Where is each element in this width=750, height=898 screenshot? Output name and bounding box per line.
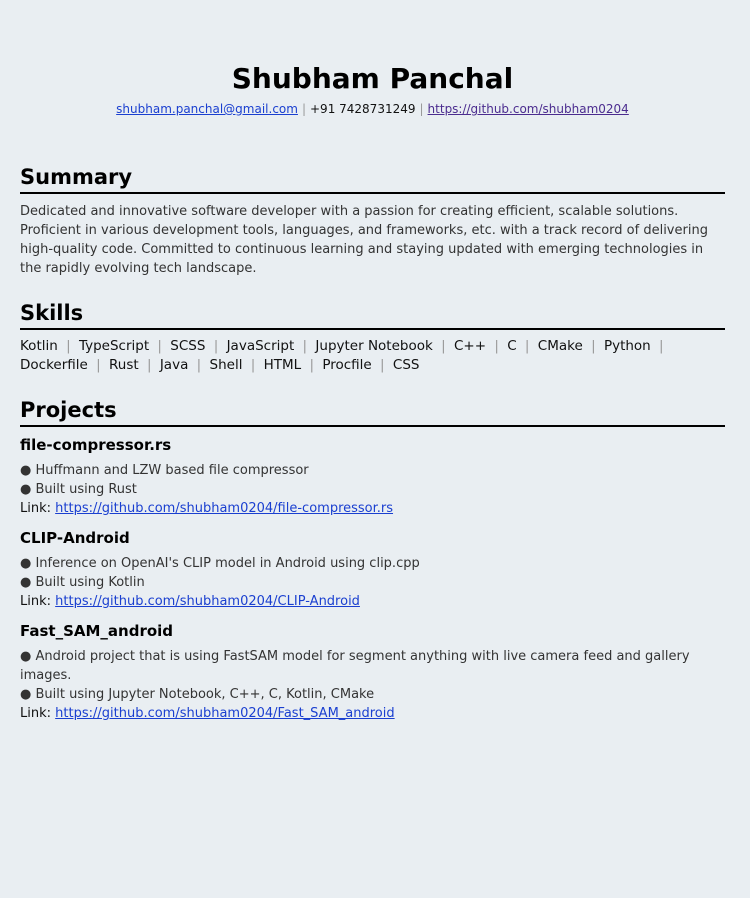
project-item: CLIP-Android ● Inference on OpenAI's CLI… xyxy=(20,528,725,611)
skill-item: CMake xyxy=(537,338,583,354)
skill-separator: | xyxy=(441,338,446,354)
skill-item: Dockerfile xyxy=(20,357,88,373)
contact-line: shubham.panchal@gmail.com | +91 7428731249… xyxy=(20,100,725,118)
resume-header: Shubham Panchal shubham.panchal@gmail.co… xyxy=(20,0,725,118)
skills-heading: Skills xyxy=(20,300,725,330)
project-item: Fast_SAM_android ● Android project that … xyxy=(20,621,725,723)
skills-list: Kotlin | TypeScript | SCSS | JavaScript … xyxy=(20,337,725,375)
skill-separator: | xyxy=(146,357,152,373)
project-bullet: ● Huffmann and LZW based file compressor xyxy=(20,463,309,478)
project-item: file-compressor.rs ● Huffmann and LZW ba… xyxy=(20,435,725,518)
github-link[interactable]: https://github.com/shubham0204 xyxy=(428,102,629,116)
project-title: file-compressor.rs xyxy=(20,436,172,454)
project-link-line: Link: https://github.com/shubham0204/Fas… xyxy=(20,704,725,723)
project-link[interactable]: https://github.com/shubham0204/CLIP-Andr… xyxy=(55,594,360,609)
summary-heading: Summary xyxy=(20,164,725,194)
phone-number: +91 7428731249 xyxy=(310,102,416,116)
skill-separator: | xyxy=(96,357,101,373)
summary-text: Dedicated and innovative software develo… xyxy=(20,204,708,276)
skill-separator: | xyxy=(380,357,385,373)
skill-item: HTML xyxy=(263,357,302,373)
skill-separator: | xyxy=(213,338,219,354)
project-link[interactable]: https://github.com/shubham0204/file-comp… xyxy=(55,501,393,516)
link-label: Link: xyxy=(20,501,52,516)
skill-separator: | xyxy=(309,357,315,373)
summary-section: Summary Dedicated and innovative softwar… xyxy=(20,164,725,278)
skill-separator: | xyxy=(659,338,664,354)
skill-item: SCSS xyxy=(170,338,206,354)
project-bullet: ● Inference on OpenAI's CLIP model in An… xyxy=(20,556,420,571)
skill-item: Shell xyxy=(209,357,243,373)
skill-item: TypeScript xyxy=(78,338,150,354)
skill-separator: | xyxy=(196,357,202,373)
link-label: Link: xyxy=(20,594,52,609)
resume-page: Shubham Panchal shubham.panchal@gmail.co… xyxy=(0,0,750,723)
skill-separator: | xyxy=(302,338,308,354)
email-link[interactable]: shubham.panchal@gmail.com xyxy=(116,102,298,116)
project-bullet: ● Built using Kotlin xyxy=(20,575,145,590)
skill-item: CSS xyxy=(392,357,420,373)
projects-heading: Projects xyxy=(20,397,725,427)
skill-item: C++ xyxy=(453,338,487,354)
projects-section: Projects file-compressor.rs ● Huffmann a… xyxy=(20,397,725,723)
skill-item: Rust xyxy=(109,357,139,373)
project-bullet: ● Android project that is using FastSAM … xyxy=(20,649,690,683)
project-bullet: ● Built using Rust xyxy=(20,482,137,497)
skill-item: Kotlin xyxy=(20,338,58,354)
contact-separator: | xyxy=(301,102,306,116)
skill-item: Procfile xyxy=(322,357,372,373)
skill-item: Python xyxy=(603,338,651,354)
skill-item: Java xyxy=(159,357,189,373)
project-link-line: Link: https://github.com/shubham0204/fil… xyxy=(20,499,725,518)
project-title: CLIP-Android xyxy=(20,529,130,547)
skill-separator: | xyxy=(250,357,256,373)
skill-separator: | xyxy=(524,338,530,354)
skills-section: Skills Kotlin | TypeScript | SCSS | Java… xyxy=(20,300,725,375)
skill-separator: | xyxy=(157,338,162,354)
skill-item: C xyxy=(507,338,517,354)
project-link-line: Link: https://github.com/shubham0204/CLI… xyxy=(20,592,725,611)
project-title: Fast_SAM_android xyxy=(20,622,174,640)
skill-separator: | xyxy=(591,338,596,354)
contact-separator: | xyxy=(419,102,424,116)
project-link[interactable]: https://github.com/shubham0204/Fast_SAM_… xyxy=(55,706,394,721)
project-bullet: ● Built using Jupyter Notebook, C++, C, … xyxy=(20,687,375,702)
person-name: Shubham Panchal xyxy=(231,62,514,95)
skill-item: Jupyter Notebook xyxy=(315,338,433,354)
skill-separator: | xyxy=(66,338,71,354)
skill-item: JavaScript xyxy=(226,338,295,354)
skill-separator: | xyxy=(494,338,499,354)
link-label: Link: xyxy=(20,706,52,721)
